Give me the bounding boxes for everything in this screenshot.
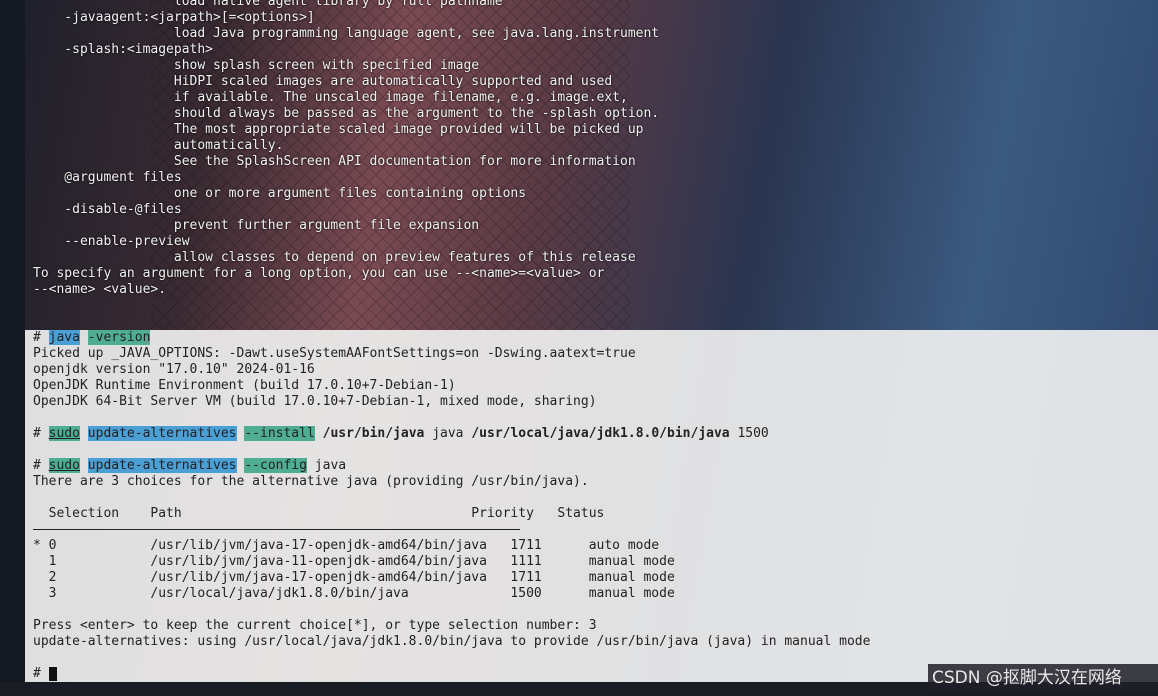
terminal-text: # <box>33 458 49 473</box>
terminal-text: update-alternatives: using /usr/local/ja… <box>33 634 871 649</box>
terminal-line: allow classes to depend on preview featu… <box>33 250 636 265</box>
terminal-text: # <box>33 666 49 681</box>
command-token: update-alternatives <box>87 458 237 473</box>
terminal-line: openjdk version "17.0.10" 2024-01-16 <box>33 362 870 378</box>
terminal-text: java <box>306 458 347 473</box>
terminal-text: 2 /usr/lib/jvm/java-17-openjdk-amd64/bin… <box>33 570 675 585</box>
terminal-line: load native agent library by full pathna… <box>33 0 503 9</box>
terminal-output[interactable]: # java -version Picked up _JAVA_OPTIONS: … <box>33 330 870 682</box>
terminal-line: * 0 /usr/lib/jvm/java-17-openjdk-amd64/b… <box>33 538 870 554</box>
terminal-line: OpenJDK 64-Bit Server VM (build 17.0.10+… <box>33 394 870 410</box>
terminal-line: --<name> <value>. <box>33 282 167 297</box>
terminal-text: There are 3 choices for the alternative … <box>33 474 589 489</box>
command-token: -version <box>87 330 151 345</box>
terminal-line: --enable-preview <box>33 234 190 249</box>
terminal-line: update-alternatives: using /usr/local/ja… <box>33 634 870 650</box>
desktop-strip <box>0 0 25 696</box>
terminal-line: if available. The unscaled image filenam… <box>33 90 628 105</box>
terminal-text: 3 /usr/local/java/jdk1.8.0/bin/java 1500… <box>33 586 675 601</box>
command-token: java <box>48 330 80 345</box>
cursor <box>48 666 57 681</box>
terminal-line: load Java programming language agent, se… <box>33 26 660 41</box>
terminal-line: 2 /usr/lib/jvm/java-17-openjdk-amd64/bin… <box>33 570 870 586</box>
terminal-line: -splash:<imagepath> <box>33 42 214 57</box>
terminal-text: 1500 <box>729 426 769 441</box>
terminal-line: To specify an argument for a long option… <box>33 266 605 281</box>
terminal-line: There are 3 choices for the alternative … <box>33 474 870 490</box>
watermark: CSDN @抠脚大汉在网络 <box>928 664 1158 692</box>
terminal-line: @argument files <box>33 170 182 185</box>
terminal-text: Picked up _JAVA_OPTIONS: -Dawt.useSystem… <box>33 346 636 361</box>
terminal-text: # <box>33 330 49 345</box>
command-token: --install <box>244 426 315 441</box>
terminal-line: 1 /usr/lib/jvm/java-11-openjdk-amd64/bin… <box>33 554 870 570</box>
terminal-line: 3 /usr/local/java/jdk1.8.0/bin/java 1500… <box>33 586 870 602</box>
terminal-line: # <box>33 666 870 682</box>
terminal-text: OpenJDK Runtime Environment (build 17.0.… <box>33 378 456 393</box>
command-token: /usr/bin/java <box>322 426 425 441</box>
terminal-text: java <box>424 426 472 441</box>
terminal-line: one or more argument files containing op… <box>33 186 527 201</box>
terminal-line: should always be passed as the argument … <box>33 106 660 121</box>
terminal-text: 1 /usr/lib/jvm/java-11-openjdk-amd64/bin… <box>33 554 675 569</box>
terminal-line: Picked up _JAVA_OPTIONS: -Dawt.useSystem… <box>33 346 870 362</box>
terminal-line: -disable-@files <box>33 202 182 217</box>
terminal-text: Selection Path Priority Status <box>33 506 605 521</box>
command-token: --config <box>244 458 307 473</box>
terminal-line: OpenJDK Runtime Environment (build 17.0.… <box>33 378 870 394</box>
terminal-line: prevent further argument file expansion <box>33 218 480 233</box>
terminal-text: * 0 /usr/lib/jvm/java-17-openjdk-amd64/b… <box>33 538 660 553</box>
terminal-line: # sudo update-alternatives --config java <box>33 458 870 474</box>
terminal-scrollback: load native agent library by full pathna… <box>33 0 659 298</box>
terminal-line: See the SplashScreen API documentation f… <box>33 154 636 169</box>
terminal-line: Selection Path Priority Status <box>33 506 870 522</box>
terminal-line: -javaagent:<jarpath>[=<options>] <box>33 10 315 25</box>
terminal-line: HiDPI scaled images are automatically su… <box>33 74 613 89</box>
terminal-text: Press <enter> to keep the current choice… <box>33 618 597 633</box>
terminal-line: automatically. <box>33 138 284 153</box>
terminal-line: The most appropriate scaled image provid… <box>33 122 644 137</box>
command-token: sudo <box>48 458 80 473</box>
terminal-text: OpenJDK 64-Bit Server VM (build 17.0.10+… <box>33 394 597 409</box>
terminal-text: # <box>33 426 49 441</box>
command-token: /usr/local/java/jdk1.8.0/bin/java <box>471 426 730 441</box>
terminal-line: show splash screen with specified image <box>33 58 480 73</box>
command-token: sudo <box>48 426 80 441</box>
terminal-line: # sudo update-alternatives --install /us… <box>33 426 870 442</box>
terminal-text: openjdk version "17.0.10" 2024-01-16 <box>33 362 315 377</box>
command-token: update-alternatives <box>87 426 237 441</box>
terminal-line: # java -version <box>33 330 870 346</box>
terminal-line: Press <enter> to keep the current choice… <box>33 618 870 634</box>
